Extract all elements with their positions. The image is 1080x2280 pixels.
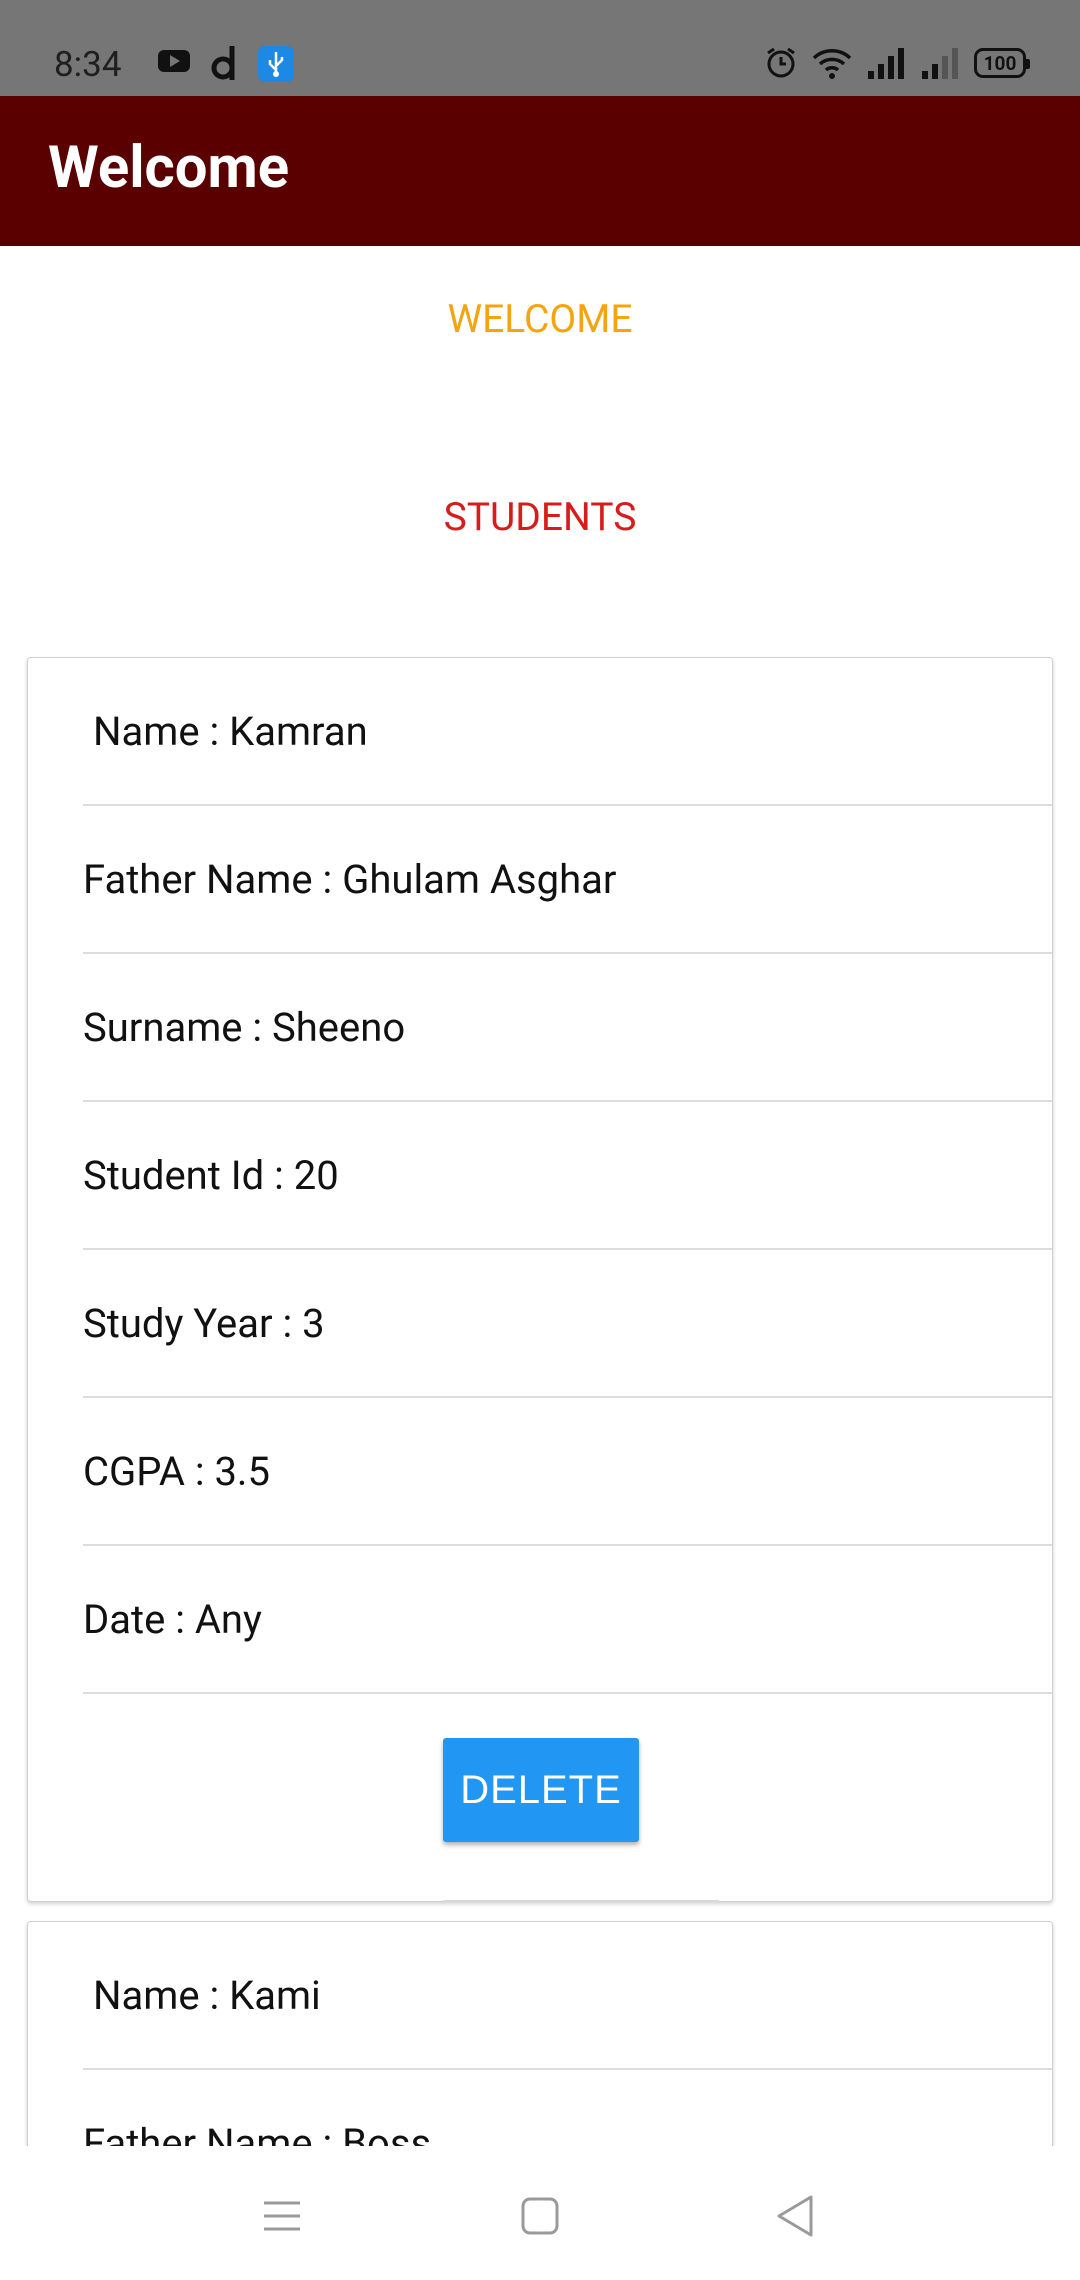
battery-icon: 100: [974, 48, 1030, 78]
father-name: Father Name : Boss: [83, 2120, 432, 2146]
home-icon: [521, 2197, 559, 2235]
cgpa-row: CGPA : 3.5: [28, 1398, 1052, 1546]
menu-icon: [264, 2201, 300, 2231]
delete-button[interactable]: DELETE: [443, 1738, 639, 1842]
student-id-row: Student Id : 20: [28, 1102, 1052, 1250]
cgpa: CGPA : 3.5: [83, 1448, 270, 1495]
status-time: 8:34: [54, 44, 122, 85]
usb-icon: [258, 46, 294, 82]
home-button[interactable]: [510, 2186, 570, 2246]
father-name: Father Name : Ghulam Asghar: [83, 856, 617, 903]
youtube-icon: [158, 50, 190, 72]
back-button[interactable]: [765, 2186, 825, 2246]
navigation-bar: [0, 2146, 1080, 2280]
father-name-row: Father Name : Ghulam Asghar: [28, 806, 1052, 954]
surname: Surname : Sheeno: [83, 1004, 406, 1051]
father-name-row: Father Name : Boss: [28, 2070, 1052, 2146]
student-id: Student Id : 20: [83, 1152, 339, 1199]
status-bar: 8:34 100: [0, 0, 1080, 96]
welcome-heading: WELCOME: [447, 296, 633, 342]
study-year-row: Study Year : 3: [28, 1250, 1052, 1398]
study-year: Study Year : 3: [83, 1300, 325, 1347]
student-name: Name : Kamran: [93, 708, 368, 755]
wifi-icon: [812, 49, 852, 79]
app-bar: Welcome: [0, 96, 1080, 246]
alarm-icon: [767, 47, 795, 78]
back-icon: [777, 2195, 813, 2237]
battery-level: 100: [983, 51, 1017, 75]
student-name: Name : Kami: [93, 1972, 321, 2019]
date-row: Date : Any: [28, 1546, 1052, 1694]
surname-row: Surname : Sheeno: [28, 954, 1052, 1102]
signal-icon: [868, 48, 904, 79]
students-heading: STUDENTS: [443, 494, 637, 540]
student-name-row: Name : Kamran: [28, 658, 1052, 806]
student-card: Name : Kamran Father Name : Ghulam Asgha…: [27, 657, 1053, 1902]
app-title: Welcome: [48, 134, 290, 202]
date: Date : Any: [83, 1596, 262, 1643]
student-name-row: Name : Kami: [28, 1922, 1052, 2070]
signal-icon-2: [922, 48, 958, 79]
button-underline: [443, 1900, 719, 1902]
status-icons: 100: [764, 46, 1030, 80]
students-list[interactable]: Name : Kamran Father Name : Ghulam Asgha…: [0, 640, 1080, 2146]
menu-button[interactable]: [252, 2186, 312, 2246]
d-app-icon: [211, 46, 235, 80]
row-divider: [83, 1692, 1052, 1694]
student-card: Name : Kami Father Name : Boss: [27, 1921, 1053, 2146]
